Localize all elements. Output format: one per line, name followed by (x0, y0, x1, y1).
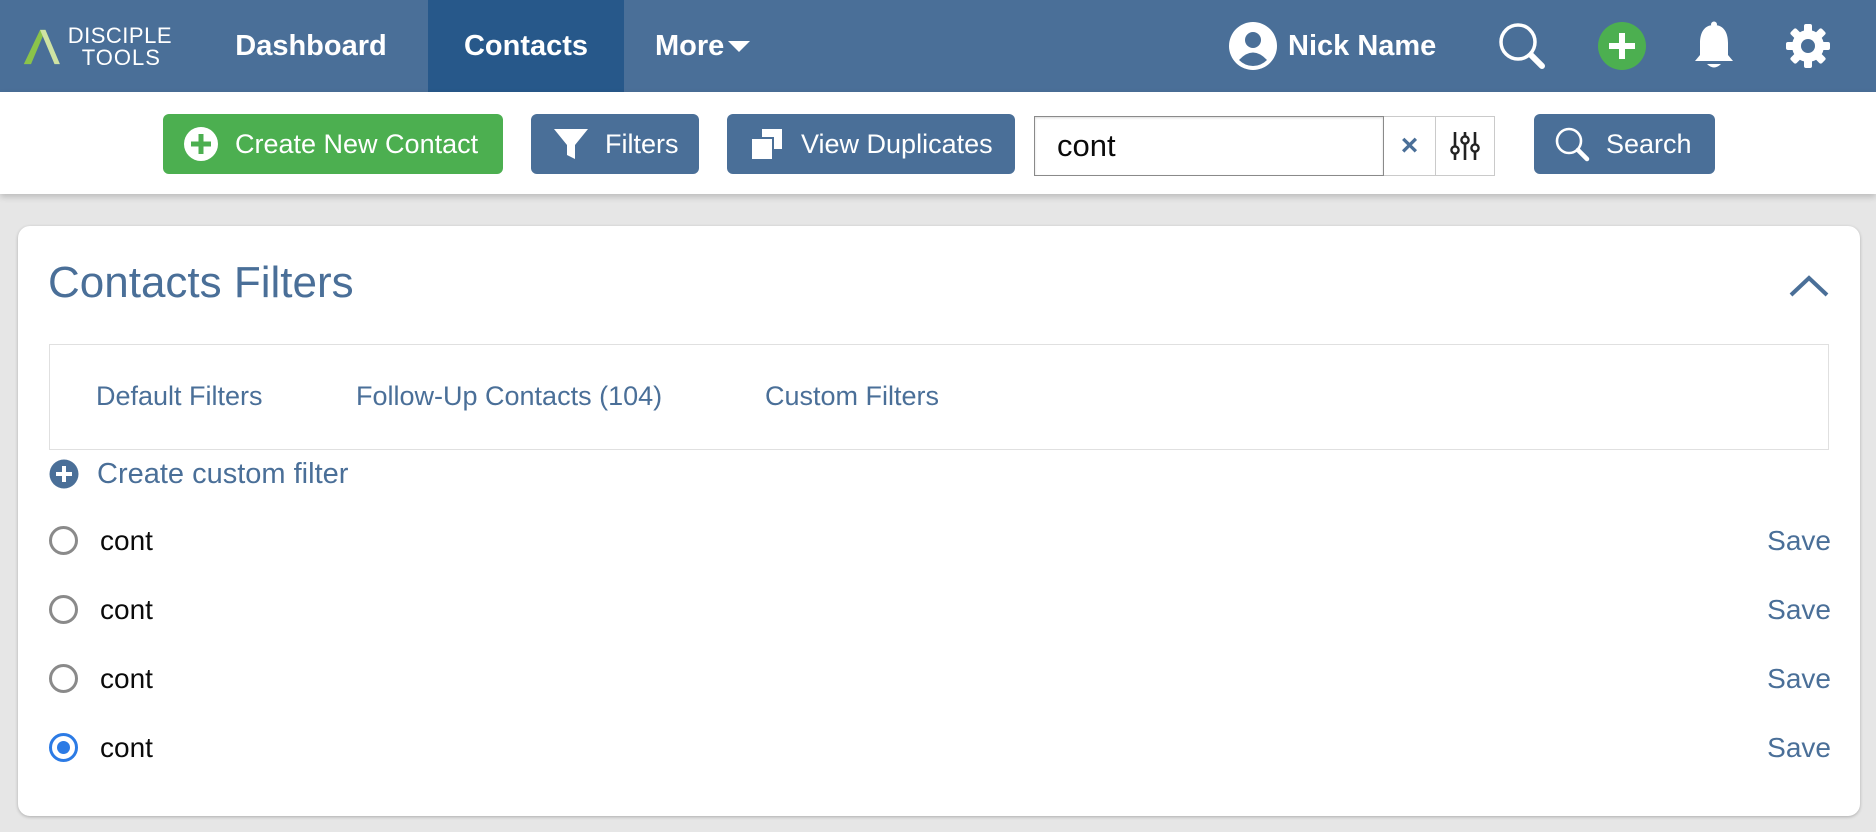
filters-label: Filters (605, 128, 679, 159)
filters-button[interactable]: Filters (531, 114, 699, 174)
filter-radio[interactable] (49, 526, 78, 555)
close-icon: × (1400, 129, 1419, 162)
disciple-tools-logo[interactable]: DISCIPLE TOOLS (22, 24, 172, 70)
nav-more-dropdown[interactable]: More (640, 0, 770, 92)
logo-line-1: DISCIPLE (67, 23, 172, 48)
settings-button[interactable] (1782, 20, 1834, 72)
top-navigation: DISCIPLE TOOLS Dashboard Contacts More N… (0, 0, 1876, 92)
filter-radio[interactable] (49, 595, 78, 624)
filter-label: cont (100, 524, 153, 556)
search-icon (1499, 23, 1545, 69)
filter-label: cont (100, 731, 153, 763)
plus-circle-icon (49, 459, 79, 489)
view-duplicates-label: View Duplicates (801, 128, 993, 159)
action-bar: Create New Contact Filters View Duplicat… (0, 92, 1876, 194)
plus-circle-icon (184, 127, 218, 161)
nav-contacts-label: Contacts (463, 29, 589, 62)
chevron-up-icon (1789, 275, 1829, 297)
save-filter-link[interactable]: Save (1767, 525, 1831, 557)
logo-text: DISCIPLE TOOLS (68, 25, 172, 69)
bell-icon (1695, 21, 1733, 68)
user-menu[interactable]: Nick Name (1228, 20, 1436, 72)
custom-filter-list: cont Save cont Save cont Save cont Save (49, 506, 1849, 782)
save-filter-link[interactable]: Save (1767, 732, 1831, 764)
create-custom-filter-label: Create custom filter (97, 457, 349, 490)
search-button-label: Search (1606, 128, 1692, 159)
search-button[interactable]: Search (1534, 114, 1715, 174)
list-item: cont Save (49, 506, 1849, 575)
create-new-contact-label: Create New Contact (235, 128, 479, 159)
view-duplicates-button[interactable]: View Duplicates (727, 114, 1015, 174)
add-icon (1598, 22, 1646, 70)
sliders-icon (1450, 132, 1480, 160)
top-add-button[interactable] (1596, 20, 1648, 72)
filter-label: cont (100, 593, 153, 625)
clear-search-button[interactable]: × (1384, 116, 1436, 176)
create-new-contact-button[interactable]: Create New Contact (163, 114, 503, 174)
gear-icon (1786, 24, 1830, 68)
search-icon (1555, 127, 1590, 162)
filter-funnel-icon (554, 129, 588, 159)
logo-line-2: TOOLS (81, 45, 161, 70)
duplicate-icon (750, 127, 784, 161)
create-custom-filter-link[interactable]: Create custom filter (49, 454, 348, 494)
notifications-button[interactable] (1688, 20, 1740, 72)
tab-follow-up-contacts[interactable]: Follow-Up Contacts (104) (356, 381, 662, 412)
filter-label: cont (100, 662, 153, 694)
save-filter-link[interactable]: Save (1767, 594, 1831, 626)
user-avatar-icon (1229, 22, 1277, 70)
tab-custom-filters[interactable]: Custom Filters (765, 381, 939, 412)
nav-dashboard-label: Dashboard (235, 29, 387, 62)
filter-radio-selected[interactable] (49, 733, 78, 762)
tab-default-filters[interactable]: Default Filters (96, 381, 263, 412)
filter-radio[interactable] (49, 664, 78, 693)
panel-title: Contacts Filters (48, 258, 354, 307)
top-search-button[interactable] (1496, 20, 1548, 72)
filter-tabs: Default Filters Follow-Up Contacts (104)… (49, 344, 1829, 450)
contacts-filters-panel: Contacts Filters Default Filters Follow-… (18, 226, 1860, 816)
search-input[interactable] (1034, 116, 1384, 176)
list-item: cont Save (49, 575, 1849, 644)
user-name: Nick Name (1288, 29, 1437, 62)
list-item: cont Save (49, 644, 1849, 713)
nav-dashboard[interactable]: Dashboard (200, 0, 422, 92)
advanced-search-button[interactable] (1435, 116, 1495, 176)
nav-more-label: More (655, 29, 725, 62)
nav-contacts[interactable]: Contacts (428, 0, 624, 92)
save-filter-link[interactable]: Save (1767, 663, 1831, 695)
caret-down-icon (728, 40, 751, 52)
logo-mark-icon (23, 29, 60, 65)
collapse-panel-button[interactable] (1788, 274, 1830, 303)
list-item: cont Save (49, 713, 1849, 782)
